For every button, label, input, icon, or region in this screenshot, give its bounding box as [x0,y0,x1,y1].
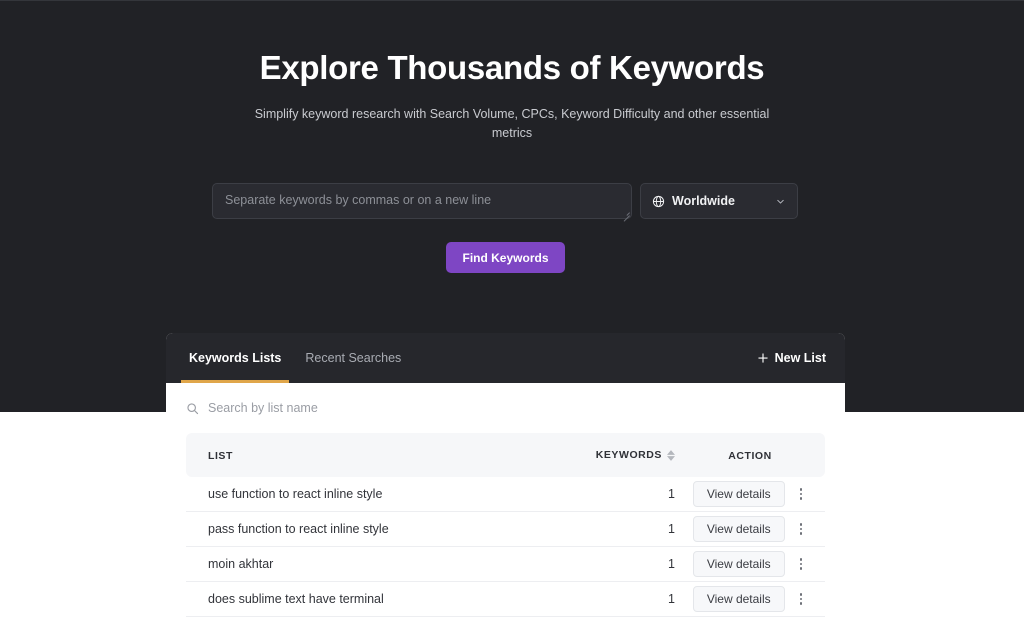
tab-recent-searches[interactable]: Recent Searches [301,333,405,383]
keyword-search-row: Worldwide [212,183,798,219]
globe-icon [652,195,665,208]
column-header-keywords[interactable]: KEYWORDS [555,449,675,461]
column-header-action-label: ACTION [728,450,772,462]
search-icon [186,402,199,415]
row-list-name: use function to react inline style [208,487,383,501]
sort-updown-icon[interactable] [667,449,675,461]
row-list-name: pass function to react inline style [208,522,389,536]
page-subtitle: Simplify keyword research with Search Vo… [254,107,770,140]
view-details-button[interactable]: View details [692,551,785,577]
region-selected-value: Worldwide [672,194,735,208]
column-header-action: ACTION [675,446,825,464]
row-keywords-count: 1 [668,592,675,606]
table-row[interactable]: use function to react inline style 1 Vie… [186,477,825,512]
kebab-menu-icon[interactable] [795,554,808,574]
list-search-input[interactable] [208,401,825,415]
tab-keywords-lists-label: Keywords Lists [189,351,282,365]
keywords-textarea-wrap [212,183,632,219]
list-search-bar [166,383,845,433]
column-header-list: LIST [186,446,555,464]
row-keywords-count: 1 [668,487,675,501]
kebab-menu-icon[interactable] [795,589,808,609]
chevron-down-icon [775,196,786,207]
view-details-button[interactable]: View details [692,516,785,542]
view-details-button[interactable]: View details [692,586,785,612]
row-actions: View details [675,481,825,507]
tab-list: Keywords Lists Recent Searches [180,333,421,383]
region-dropdown[interactable]: Worldwide [640,183,798,219]
plus-icon [757,352,769,364]
row-keywords-count: 1 [668,522,675,536]
table-row[interactable]: does sublime text have terminal 1 View d… [186,582,825,617]
table-row[interactable]: moin akhtar 1 View details [186,547,825,582]
row-keywords-count: 1 [668,557,675,571]
row-list-name: does sublime text have terminal [208,592,384,606]
keywords-input[interactable] [212,183,632,219]
table-header-row: LIST KEYWORDS ACTION [186,433,825,477]
find-keywords-button[interactable]: Find Keywords [446,242,565,273]
card-tab-bar: Keywords Lists Recent Searches New List [166,333,845,383]
tab-keywords-lists[interactable]: Keywords Lists [180,333,290,383]
page-title: Explore Thousands of Keywords [259,49,765,86]
row-actions: View details [675,516,825,542]
row-list-name: moin akhtar [208,557,274,571]
view-details-button[interactable]: View details [692,481,785,507]
tab-recent-searches-label: Recent Searches [305,351,402,365]
row-actions: View details [675,551,825,577]
new-list-label: New List [774,351,826,365]
row-actions: View details [675,586,825,612]
kebab-menu-icon[interactable] [795,484,808,504]
kebab-menu-icon[interactable] [795,519,808,539]
keyword-lists-card: Keywords Lists Recent Searches New List [166,333,845,617]
table-row[interactable]: pass function to react inline style 1 Vi… [186,512,825,547]
column-header-keywords-label: KEYWORDS [595,449,662,461]
lists-table: LIST KEYWORDS ACTION use function to rea… [166,433,845,617]
new-list-button[interactable]: New List [757,351,826,365]
column-header-list-label: LIST [208,450,233,462]
